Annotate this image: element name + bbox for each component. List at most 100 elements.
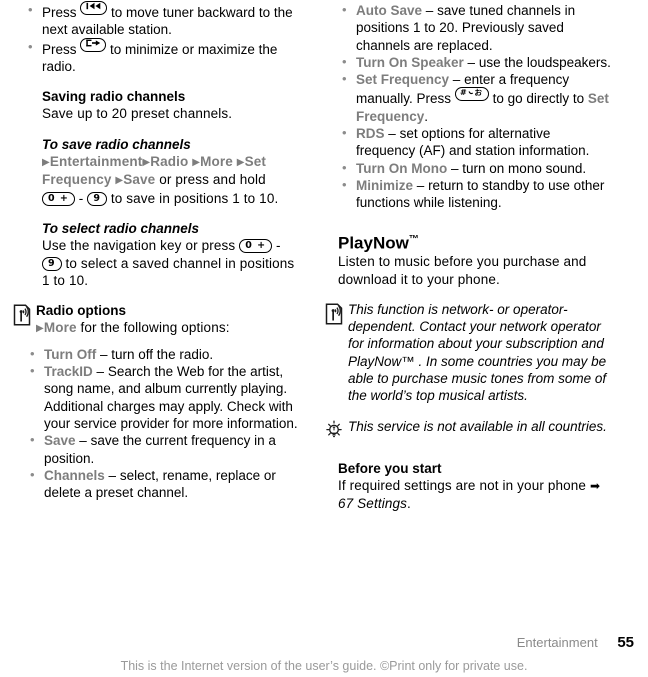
- option-dash: –: [416, 177, 425, 193]
- section-heading: Radio options: [36, 303, 126, 319]
- list-item: Turn Off – turn off the radio.: [28, 345, 300, 363]
- list-item: Turn On Speaker – use the loudspeakers.: [340, 53, 612, 71]
- option-term: Turn On Mono: [356, 160, 448, 176]
- menu-path-paragraph: ▶Entertainment▶Radio ▶More ▶Set Frequenc…: [42, 153, 300, 207]
- footer-section-label: Entertainment: [516, 635, 598, 650]
- list-item: Set Frequency – enter a frequency manual…: [340, 70, 612, 125]
- path-arrow-icon: ▶: [192, 157, 201, 169]
- saving-radio-channels-section: Saving radio channels Save up to 20 pres…: [42, 88, 300, 123]
- list-item: Turn On Mono – turn on mono sound.: [340, 159, 612, 177]
- option-desc: use the loudspeakers.: [478, 54, 611, 70]
- key-9: 9: [42, 256, 62, 271]
- section-heading: Saving radio channels: [42, 89, 186, 105]
- path-arrow-icon: ▶: [236, 157, 245, 169]
- select-instructions: Use the navigation key or press 0 + - 9 …: [42, 237, 300, 289]
- page-number: 55: [617, 634, 634, 651]
- list-item: Save – save the current frequency in a p…: [28, 431, 300, 467]
- radio-options-note: Radio options ▶More for the following op…: [12, 302, 300, 338]
- select-lead-text: Use the navigation key or press: [42, 238, 236, 254]
- radio-options-list-continued: Auto Save – save tuned channels in posit…: [324, 1, 612, 212]
- menu-path-item: Save: [123, 172, 156, 188]
- option-dash: –: [96, 364, 105, 380]
- option-dash: –: [451, 160, 459, 176]
- option-term: Turn Off: [44, 346, 97, 362]
- press-label: Press: [42, 41, 77, 57]
- path-arrow-icon: ▶: [142, 157, 151, 169]
- option-dash: –: [79, 433, 87, 449]
- playnow-section: PlayNow™ Listen to music before you purc…: [338, 229, 612, 288]
- list-item: TrackID – Search the Web for the artist,…: [28, 362, 300, 432]
- menu-path-item: Radio: [150, 154, 189, 170]
- left-column: Press to move tuner backward to the next…: [12, 1, 312, 512]
- network-note: This function is network- or operator-de…: [324, 301, 612, 405]
- svg-text:お: お: [474, 88, 482, 96]
- radio-signal-icon: [324, 301, 348, 330]
- subsection-heading: To select radio channels: [42, 220, 200, 236]
- section-body: Save up to 20 preset channels.: [42, 106, 233, 122]
- reference-arrow-icon: ➡: [589, 478, 601, 493]
- list-item: RDS – set options for alternative freque…: [340, 124, 612, 160]
- option-term: Channels: [44, 467, 105, 483]
- radio-options-path: ▶More for the following options:: [36, 319, 230, 337]
- radio-options-list: Turn Off – turn off the radio. TrackID –…: [12, 345, 300, 502]
- radio-signal-icon: [12, 302, 36, 331]
- two-column-layout: Press to move tuner backward to the next…: [0, 0, 648, 512]
- key-0-plus: 0 +: [239, 239, 273, 254]
- before-start-text: If required settings are not in your pho…: [338, 477, 587, 493]
- option-term: RDS: [356, 126, 385, 142]
- intro-bullet-list: Press to move tuner backward to the next…: [12, 1, 300, 76]
- option-dash: –: [108, 467, 117, 483]
- path-arrow-icon: ▶: [36, 323, 44, 335]
- select-tail-text: to select a saved channel in positions 1…: [42, 255, 295, 288]
- save-positions-text: to save in positions 1 to 10.: [110, 190, 279, 206]
- user-guide-page: Press to move tuner backward to the next…: [0, 0, 648, 677]
- svg-text:#: #: [460, 88, 467, 96]
- option-term: Set Frequency: [356, 72, 450, 88]
- option-term: Turn On Speaker: [356, 54, 464, 70]
- option-desc-cont: to go directly to: [492, 91, 585, 107]
- option-desc: turn off the radio.: [111, 346, 214, 362]
- option-desc: turn on mono sound.: [462, 160, 587, 176]
- page-footer: Entertainment 55: [0, 634, 648, 651]
- path-tail-text: for the following options:: [80, 320, 230, 336]
- hash-key-icon: # お: [454, 87, 489, 102]
- lightbulb-tip-icon: [324, 418, 348, 447]
- right-column: Auto Save – save tuned channels in posit…: [312, 1, 612, 513]
- bullet-text: to minimize or maximize the radio.: [42, 41, 278, 74]
- playnow-heading-text: PlayNow: [338, 233, 409, 253]
- menu-path-item: Entertainment: [49, 154, 143, 170]
- before-you-start-body: If required settings are not in your pho…: [338, 477, 612, 513]
- before-you-start-section: Before you start If required settings ar…: [338, 460, 612, 513]
- path-arrow-icon: ▶: [42, 157, 50, 169]
- settings-reference: 67 Settings: [338, 496, 408, 512]
- option-desc-end: .: [424, 108, 429, 124]
- network-note-text: This function is network- or operator-de…: [348, 301, 607, 404]
- option-dash: –: [100, 346, 108, 362]
- list-item: Auto Save – save tuned channels in posit…: [340, 1, 612, 54]
- page-title: PlayNow™: [338, 229, 612, 254]
- option-dash: –: [467, 54, 476, 70]
- period: .: [407, 496, 411, 512]
- subsection-heading: To save radio channels: [42, 136, 191, 152]
- playnow-body: Listen to music before you purchase and …: [338, 254, 587, 287]
- option-dash: –: [452, 72, 461, 88]
- option-term: Minimize: [356, 177, 414, 193]
- copyright-notice: This is the Internet version of the user…: [120, 659, 528, 673]
- list-item: Press to minimize or maximize the radio.: [26, 37, 300, 76]
- to-select-radio-channels-section: To select radio channels Use the navigat…: [42, 220, 300, 289]
- list-item: Press to move tuner backward to the next…: [26, 1, 300, 39]
- to-save-radio-channels-section: To save radio channels ▶Entertainment▶Ra…: [42, 136, 300, 207]
- press-label: Press: [42, 5, 77, 20]
- key-range-dash: -: [78, 190, 84, 206]
- option-term: Auto Save: [356, 3, 423, 18]
- rewind-key-icon: [80, 1, 108, 15]
- list-item: Minimize – return to standby to use othe…: [340, 176, 612, 212]
- minimize-key-icon: [80, 37, 107, 52]
